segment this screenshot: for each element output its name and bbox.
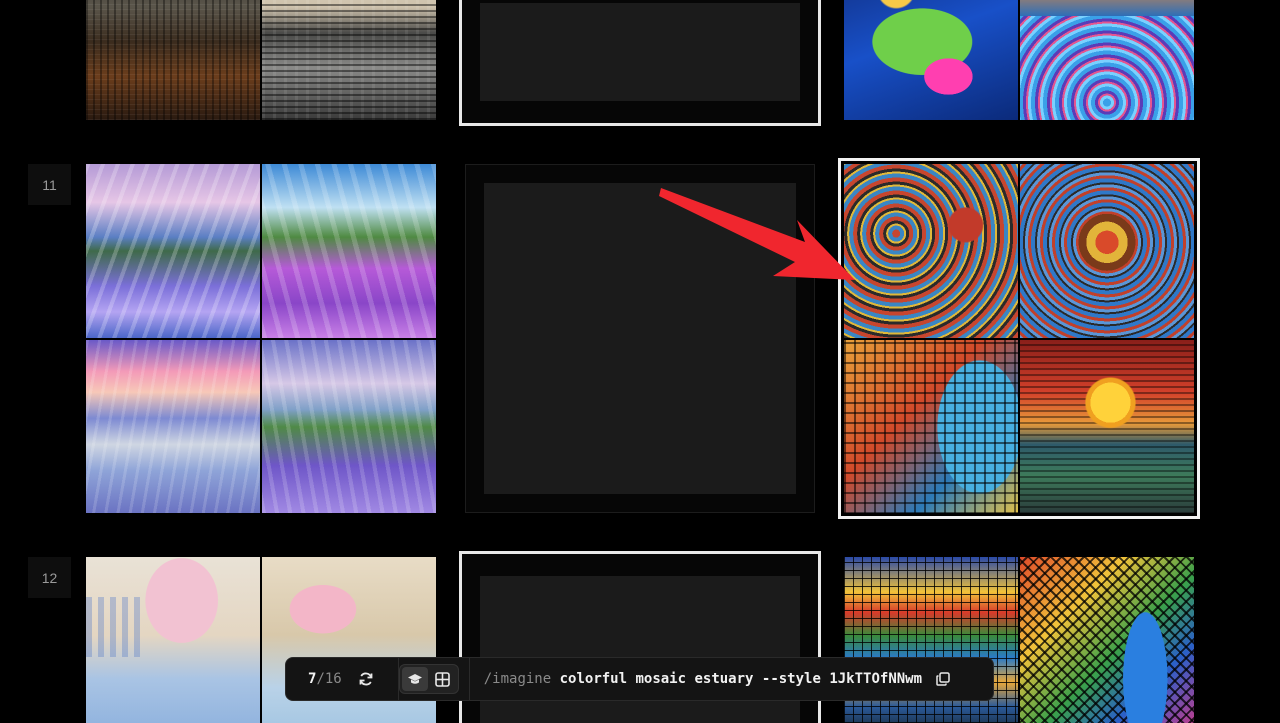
placeholder-inner <box>484 183 796 494</box>
refresh-icon[interactable] <box>356 669 376 689</box>
grid-image-1[interactable] <box>844 164 1018 338</box>
grid-image-2[interactable] <box>1020 557 1194 723</box>
grid-image-3[interactable] <box>86 340 260 513</box>
grid-image-1[interactable] <box>86 0 260 120</box>
command-bar: 7 / 16 /imagine colorful mosaic estuary … <box>285 657 994 701</box>
grid-image-1[interactable] <box>86 164 260 338</box>
row-11-right-grid[interactable] <box>844 164 1194 513</box>
grid-image-1[interactable] <box>844 0 1018 120</box>
row-11-left-grid[interactable] <box>86 164 436 513</box>
grid-image-4[interactable] <box>1020 340 1194 513</box>
gallery-stage: 11 12 7 / 16 /imagine colorful mosaic es… <box>0 0 1280 723</box>
graduation-cap-icon[interactable] <box>401 667 428 691</box>
copy-icon[interactable] <box>934 670 952 688</box>
row-number-12: 12 <box>28 557 71 598</box>
prompt-text[interactable]: /imagine colorful mosaic estuary --style… <box>484 671 922 687</box>
grid-image-1[interactable] <box>86 557 260 723</box>
row-10-left-grid[interactable] <box>86 0 436 121</box>
counter-separator: / <box>316 671 325 687</box>
counter-total: 16 <box>324 671 342 687</box>
grid-image-3[interactable] <box>844 340 1018 513</box>
row-number-11: 11 <box>28 164 71 205</box>
row-10-right-grid[interactable] <box>844 0 1194 121</box>
command-keyword: /imagine <box>483 671 552 687</box>
prompt-body: colorful mosaic estuary --style 1JkTTOfN… <box>551 671 923 687</box>
toolbar-divider <box>468 657 470 701</box>
grid-image-4[interactable] <box>262 340 436 513</box>
view-toggle-group <box>398 664 459 694</box>
row-10-placeholder-card[interactable] <box>459 0 821 126</box>
grid-image-2[interactable] <box>262 0 436 120</box>
grid-icon[interactable] <box>430 667 456 691</box>
grid-image-2[interactable] <box>1020 0 1194 120</box>
grid-image-2[interactable] <box>1020 164 1194 338</box>
counter-current: 7 <box>308 671 317 687</box>
row-11-placeholder-card[interactable] <box>465 164 815 513</box>
image-counter: 7 / 16 <box>308 671 342 687</box>
grid-image-2[interactable] <box>262 164 436 338</box>
placeholder-inner <box>480 3 800 101</box>
